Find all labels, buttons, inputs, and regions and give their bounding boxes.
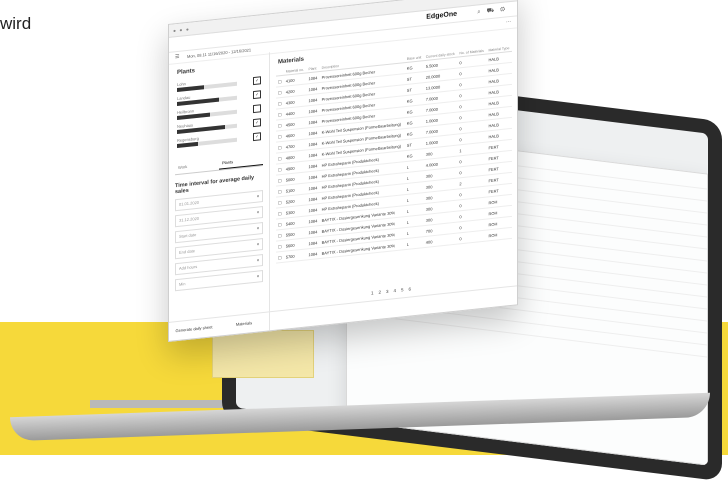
plant-list: Lohn ✓ Landau ✓ Heilbronn Neuhaus ✓ Regensburg ✓ [169,72,269,153]
plant-checkbox[interactable]: ✓ [253,90,261,100]
materials-button[interactable]: Materials [219,312,269,335]
interval-fields: 01.01.2020 ▾ 31.12.2020 ▾ Start date ▾ End dat… [169,189,269,292]
tab-work[interactable]: Work [175,158,219,175]
table-cell: 5700 [283,248,307,263]
cart-icon[interactable]: ⛟ [487,7,501,14]
table-cell: 400 [423,233,458,248]
dropdown-icon: ▾ [256,273,259,279]
header-icons: ⌕⛟⚙ [477,5,511,17]
table-body: ☐ 4100 1084 Prozessoreinheit 600g Becher KG 5… [276,51,512,264]
dropdown-icon: ▾ [256,193,259,199]
window-controls-icon[interactable]: ● ● ● [173,27,190,35]
dropdown-icon: ▾ [256,257,259,263]
plant-level-bar [177,141,198,149]
table-cell: ROH [486,227,512,242]
row-checkbox[interactable]: ☐ [276,251,284,264]
page-number[interactable]: 6 [409,286,417,292]
settings-icon[interactable]: ⚙ [500,6,511,13]
menu-icon[interactable]: ☰ [175,54,179,60]
ghost-yellow-card [212,330,314,378]
dropdown-icon: ▾ [256,209,259,215]
brand-logo: EdgeOne [426,10,457,21]
plant-checkbox[interactable]: ✓ [253,132,261,142]
page-number[interactable]: 5 [401,287,409,293]
table-cell: L [404,236,424,250]
more-icon[interactable]: ⋯ [506,19,511,26]
sidebar-tabs: Work Plants [175,153,263,176]
table-cell: 0 [457,230,487,245]
generate-sheet-button[interactable]: Generate daily sheet [169,318,219,341]
sidebar: Plants Lohn ✓ Landau ✓ Heilbronn Neuhaus ✓ Rege… [169,52,270,341]
page-number[interactable]: 2 [378,289,386,295]
page-number[interactable]: 3 [386,288,394,294]
plant-checkbox[interactable] [253,104,261,114]
plant-checkbox[interactable]: ✓ [253,118,261,128]
plant-checkbox[interactable]: ✓ [253,76,261,86]
search-icon[interactable]: ⌕ [477,9,486,16]
dropdown-icon: ▾ [256,241,259,247]
tab-plants[interactable]: Plants [219,153,263,170]
page-number[interactable]: 4 [394,288,402,294]
table-cell: 1084 [306,247,320,260]
caption-text: wird [0,14,32,33]
main-panel: Materials Material no. Plant Description Ba… [270,26,517,331]
dropdown-icon: ▾ [256,225,259,231]
app-window: ● ● ● EdgeOne ⌕⛟⚙ ☰ Mon, 08.11 11/16/202… [168,0,518,342]
materials-table: Material no. Plant Description Base unit Cur… [276,44,512,264]
